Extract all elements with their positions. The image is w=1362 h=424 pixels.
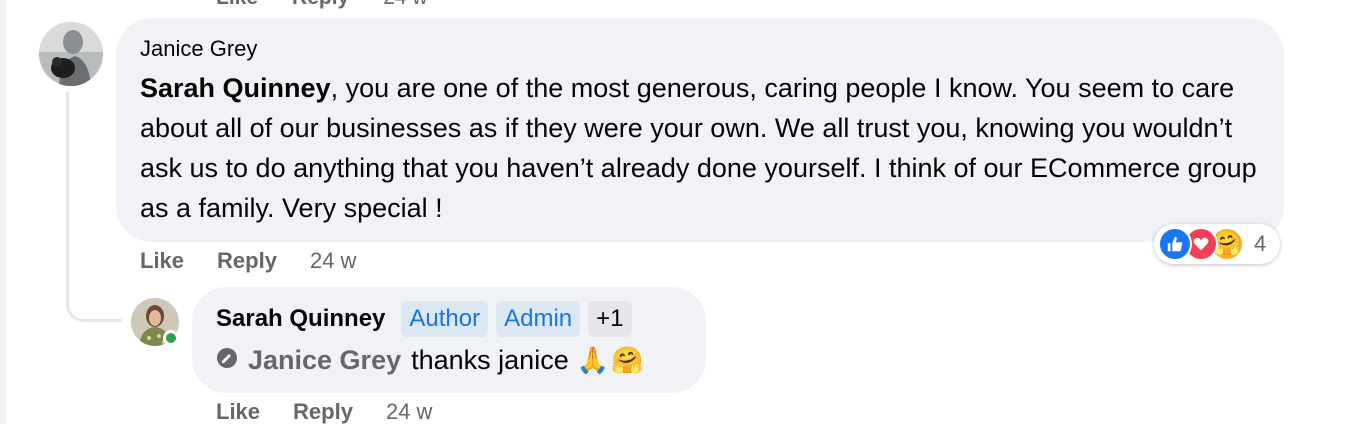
janice-avatar[interactable]: [39, 22, 103, 86]
left-gutter: [0, 0, 6, 424]
pray-emoji: 🙏: [576, 345, 610, 375]
mention-tag-icon: [216, 345, 238, 376]
reply-actions: Like Reply 24 w: [216, 399, 432, 424]
reaction-summary[interactable]: 🤗 4: [1154, 224, 1280, 264]
comment-reply-link[interactable]: Reply: [217, 248, 277, 274]
reply-reply-link[interactable]: Reply: [293, 399, 353, 424]
author-badge[interactable]: Author: [401, 301, 489, 337]
reply-bubble: Sarah Quinney Author Admin +1 Janice Gre…: [192, 287, 706, 393]
reply-header: Sarah Quinney Author Admin +1: [216, 301, 682, 337]
reply-text: Janice Grey thanks janice 🙏 🤗: [216, 345, 682, 376]
previous-comment-actions: Like Reply 24 w: [216, 0, 428, 10]
comment-like-link[interactable]: Like: [140, 248, 184, 274]
previous-reply-link[interactable]: Reply: [292, 0, 349, 10]
thread-connector-line: [66, 92, 122, 322]
hug-emoji: 🤗: [611, 345, 644, 375]
reaction-count: 4: [1254, 231, 1267, 256]
comment-author-name[interactable]: Janice Grey: [140, 36, 1258, 62]
reply-mention-link[interactable]: Janice Grey: [248, 345, 401, 376]
admin-badge[interactable]: Admin: [496, 301, 581, 337]
previous-timestamp[interactable]: 24 w: [383, 0, 427, 10]
comment-text: Sarah Quinney, you are one of the most g…: [140, 68, 1258, 228]
reply-author-name[interactable]: Sarah Quinney: [216, 305, 385, 333]
more-badges-button[interactable]: +1: [588, 301, 632, 337]
reply-like-link[interactable]: Like: [216, 399, 260, 424]
comment-actions: Like Reply 24 w: [140, 248, 356, 274]
online-status-dot: [163, 330, 179, 346]
comment-timestamp[interactable]: 24 w: [310, 248, 356, 274]
comment-bubble: Janice Grey Sarah Quinney, you are one o…: [116, 18, 1284, 242]
reply-timestamp[interactable]: 24 w: [386, 399, 432, 424]
reply-body: thanks janice: [411, 345, 569, 375]
previous-like-link[interactable]: Like: [216, 0, 258, 10]
like-icon: [1158, 227, 1192, 261]
comment-mention-link[interactable]: Sarah Quinney: [140, 73, 331, 103]
